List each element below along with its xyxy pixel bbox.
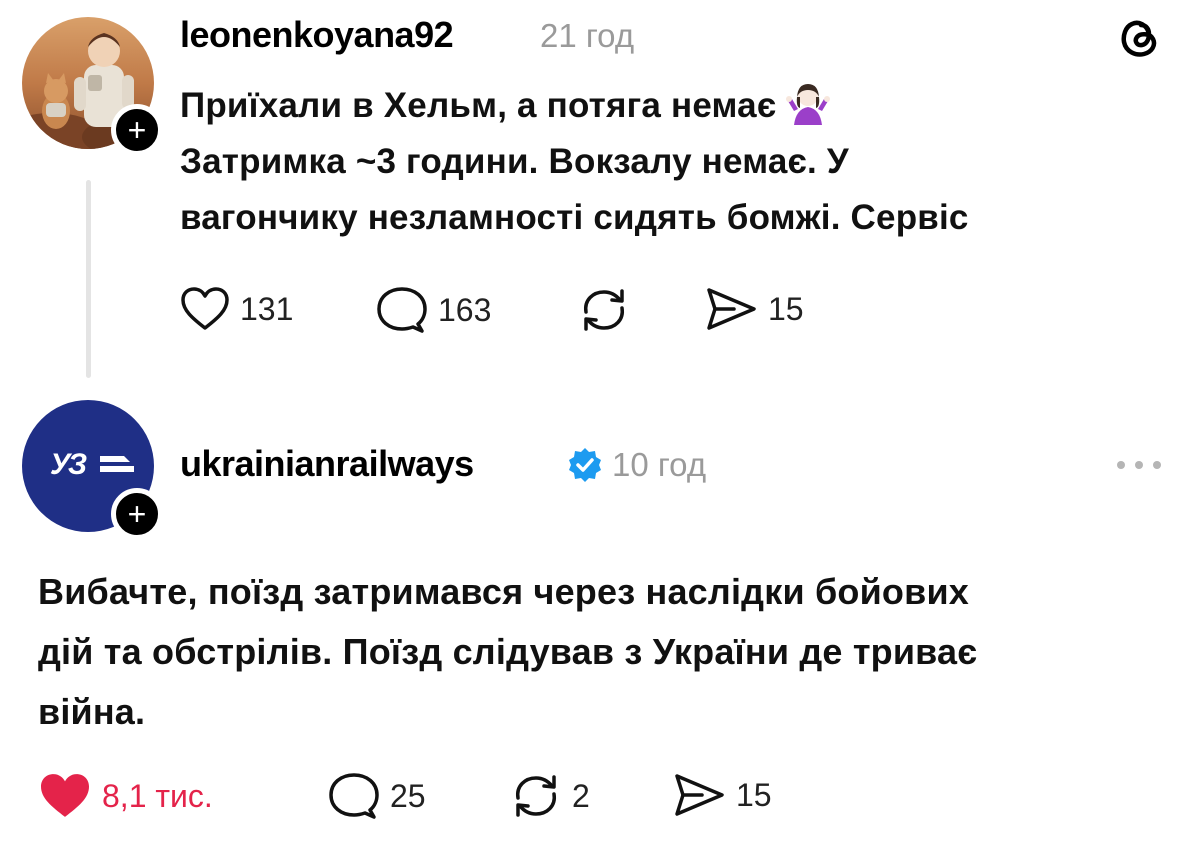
comment-count: 25 bbox=[390, 777, 426, 814]
heart-icon bbox=[181, 287, 229, 330]
comment-count: 163 bbox=[438, 291, 492, 328]
reply-line-2: дій та обстрілів. Поїзд слідував з Украї… bbox=[38, 631, 978, 672]
follow-button[interactable]: + bbox=[111, 104, 163, 156]
comment-button[interactable]: 25 bbox=[328, 772, 426, 820]
person-shrugging-emoji bbox=[786, 81, 831, 125]
repost-button[interactable]: 2 bbox=[510, 772, 590, 820]
share-icon bbox=[707, 288, 756, 330]
follow-button[interactable]: + bbox=[111, 488, 163, 540]
reply-line-3: війна. bbox=[38, 691, 146, 732]
reply-timestamp: 10 год bbox=[612, 446, 707, 483]
uz-logo-stripes bbox=[100, 456, 134, 472]
follow-plus-icon: + bbox=[127, 496, 147, 532]
comment-bubble-icon bbox=[377, 287, 427, 333]
share-count: 15 bbox=[736, 776, 772, 813]
post-line-2: Затримка ~3 години. Вокзалу немає. У bbox=[180, 142, 849, 181]
reply-line-1: Вибачте, поїзд затримався через наслідки… bbox=[38, 571, 970, 612]
comment-button[interactable]: 163 bbox=[376, 286, 491, 334]
comment-bubble-icon bbox=[329, 773, 379, 819]
repost-button[interactable] bbox=[578, 286, 640, 334]
reply-username[interactable]: ukrainianrailways bbox=[180, 443, 474, 485]
like-count: 8,1 тис. bbox=[102, 777, 213, 814]
share-button[interactable]: 15 bbox=[672, 772, 772, 818]
post-timestamp: 21 год bbox=[540, 17, 635, 54]
share-icon bbox=[675, 774, 724, 816]
reply-body: Вибачте, поїзд затримався через наслідки… bbox=[38, 562, 1178, 742]
verified-badge-icon bbox=[566, 446, 604, 484]
repost-count: 2 bbox=[572, 777, 590, 814]
post-username[interactable]: leonenkoyana92 bbox=[180, 14, 454, 56]
share-button[interactable]: 15 bbox=[704, 286, 804, 332]
like-count: 131 bbox=[240, 290, 294, 327]
like-button[interactable]: 8,1 тис. bbox=[38, 772, 213, 820]
repost-icon bbox=[584, 289, 624, 331]
heart-filled-icon bbox=[41, 774, 89, 817]
repost-icon bbox=[516, 775, 556, 817]
post-line-1: Приїхали в Хельм, а потяга немає bbox=[180, 78, 1160, 134]
thread-line bbox=[86, 180, 91, 378]
uz-logo-text: УЗ bbox=[50, 448, 87, 481]
more-options-icon[interactable] bbox=[1114, 458, 1164, 472]
follow-plus-icon: + bbox=[127, 112, 147, 148]
like-button[interactable]: 131 bbox=[180, 286, 293, 332]
post-line-3: вагончику незламності сидять бомжі. Серв… bbox=[180, 198, 969, 237]
post-body: Приїхали в Хельм, а потяга немає Затримк… bbox=[180, 78, 1160, 246]
threads-logo-icon[interactable] bbox=[1116, 12, 1164, 60]
share-count: 15 bbox=[768, 290, 804, 327]
